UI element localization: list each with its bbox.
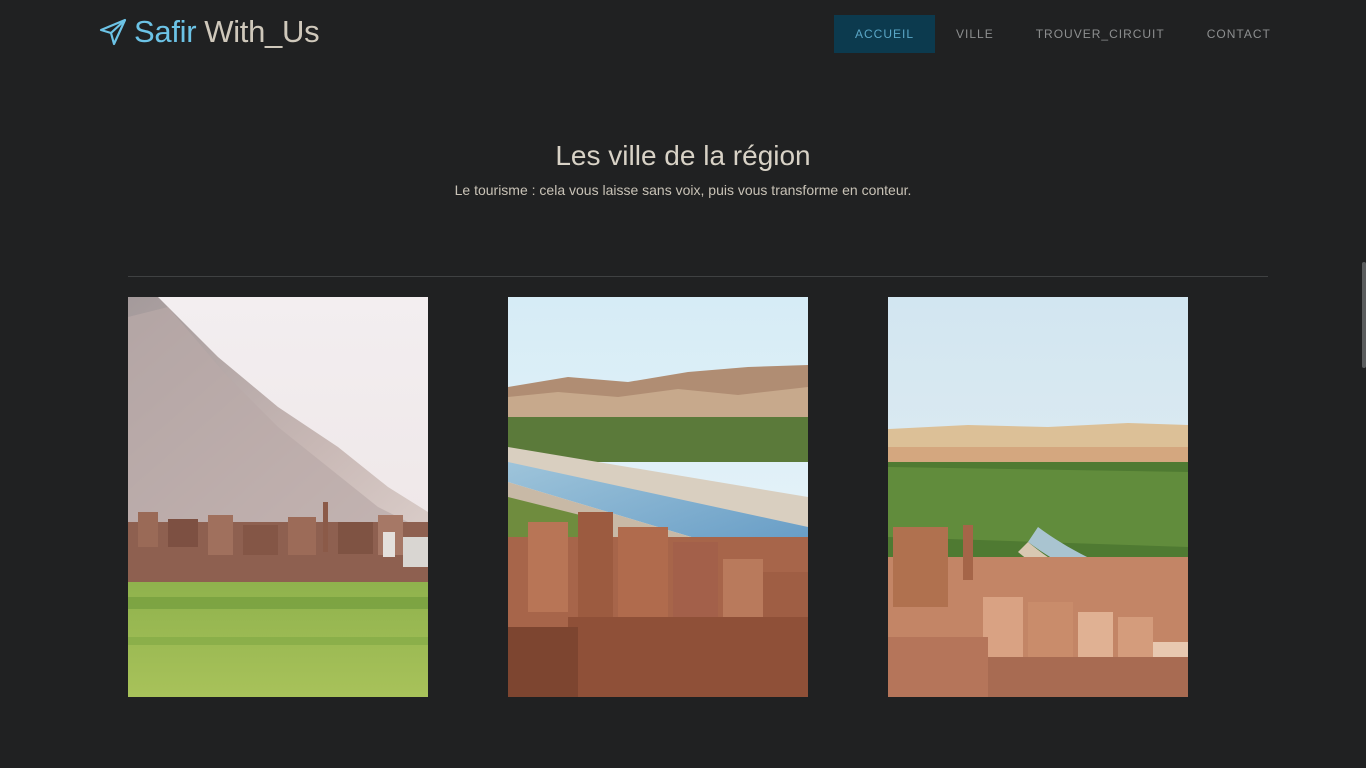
section-header: Les ville de la région Le tourisme : cel…	[0, 140, 1366, 198]
city-mountain-photo	[128, 297, 428, 697]
main-nav: ACCUEIL VILLE TROUVER_CIRCUIT CONTACT	[834, 15, 1292, 53]
page-title: Les ville de la région	[555, 140, 811, 171]
page-scrollbar[interactable]	[1362, 262, 1366, 368]
city-card-3[interactable]	[888, 297, 1188, 697]
divider	[128, 276, 1268, 277]
brand-name-second: With_Us	[204, 14, 320, 49]
brand-name-first: Safir	[134, 14, 197, 49]
city-card-1[interactable]	[128, 297, 428, 697]
navbar: Safir With_Us ACCUEIL VILLE TROUVER_CIRC…	[0, 0, 1366, 68]
city-card-2[interactable]	[508, 297, 808, 697]
page-subtitle: Le tourisme : cela vous laisse sans voix…	[454, 182, 912, 198]
nav-item-ville[interactable]: VILLE	[935, 15, 1015, 53]
nav-item-contact[interactable]: CONTACT	[1186, 15, 1292, 53]
kasbah-river-photo	[508, 297, 808, 697]
nav-item-trouver-circuit[interactable]: TROUVER_CIRCUIT	[1015, 15, 1186, 53]
brand-logo[interactable]: Safir With_Us	[98, 14, 320, 50]
nav-item-accueil[interactable]: ACCUEIL	[834, 15, 936, 53]
oasis-town-photo	[888, 297, 1188, 697]
paper-plane-icon	[98, 17, 128, 47]
